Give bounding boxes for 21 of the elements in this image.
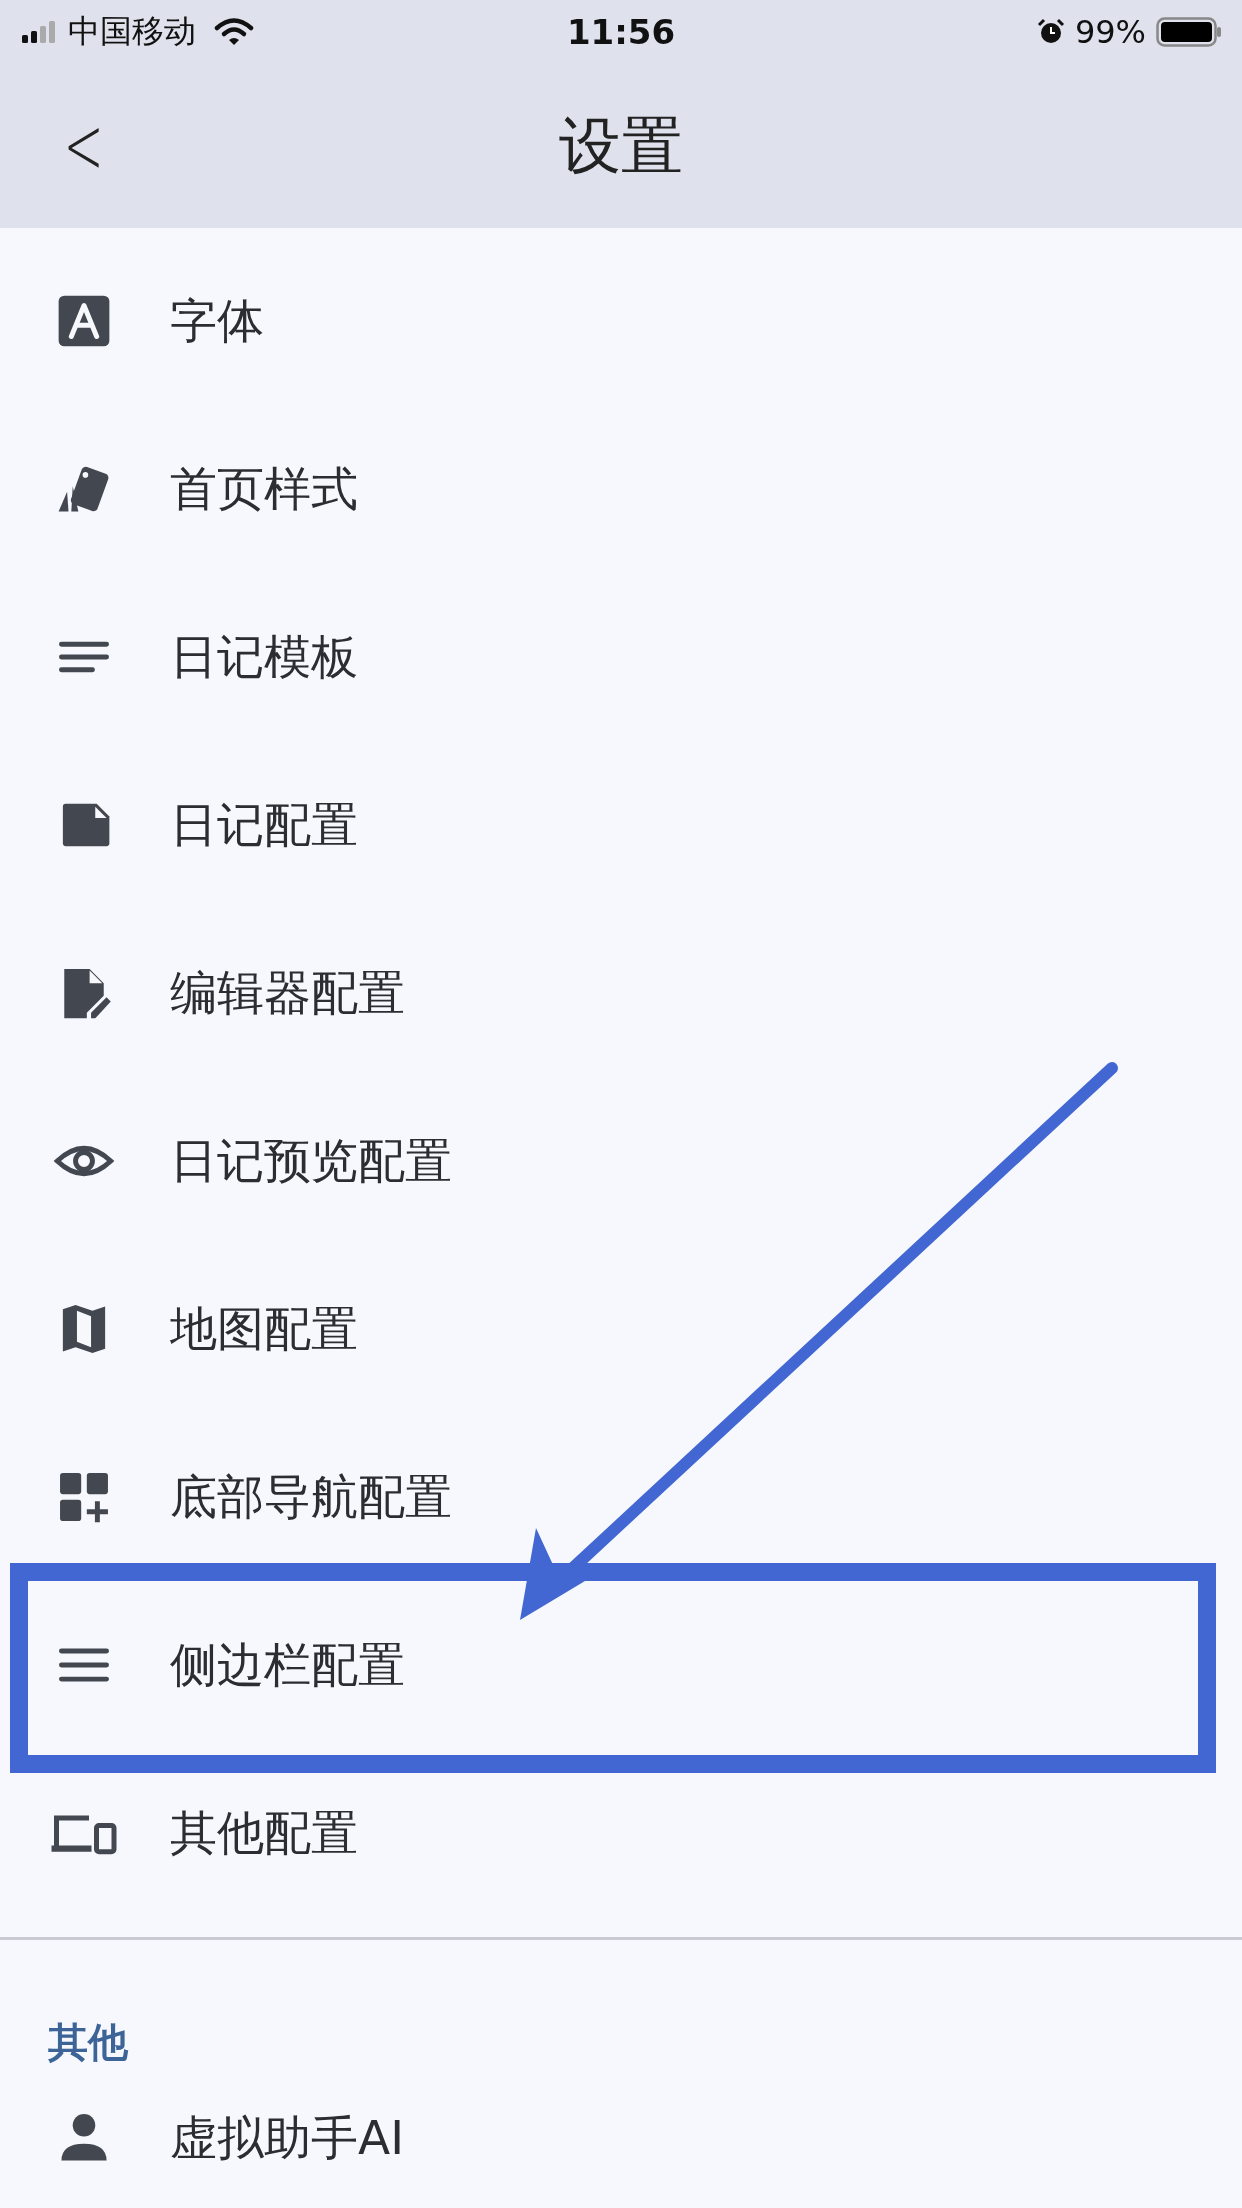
carrier-name: 中国移动	[68, 11, 196, 52]
settings-item[interactable]: 编辑器配置	[0, 909, 415, 1077]
battery-percent: 99%	[1074, 13, 1146, 51]
back-button[interactable]: <	[63, 106, 104, 186]
alarm-icon	[1036, 18, 1065, 46]
settings-item[interactable]: 其他配置	[0, 1749, 368, 1917]
settings-item[interactable]: 首页样式	[0, 405, 368, 573]
settings-item[interactable]: 日记配置	[0, 741, 368, 909]
signal-icon	[22, 20, 58, 44]
page-title: 设置	[559, 108, 683, 184]
settings-item[interactable]: 侧边栏配置	[0, 1581, 415, 1749]
settings-item[interactable]: 日记预览配置	[0, 1077, 462, 1245]
settings-item[interactable]: 日记模板	[0, 573, 368, 741]
settings-item[interactable]: 地图配置	[0, 1245, 368, 1413]
wifi-icon	[214, 17, 254, 47]
battery-icon	[1156, 17, 1222, 47]
settings-item[interactable]: 字体	[0, 237, 274, 405]
section-header: 其他	[47, 2018, 129, 2067]
settings-item[interactable]: 虚拟助手AI	[0, 2069, 414, 2207]
settings-item[interactable]: 底部导航配置	[0, 1413, 462, 1581]
status-time: 11:56	[566, 12, 676, 52]
